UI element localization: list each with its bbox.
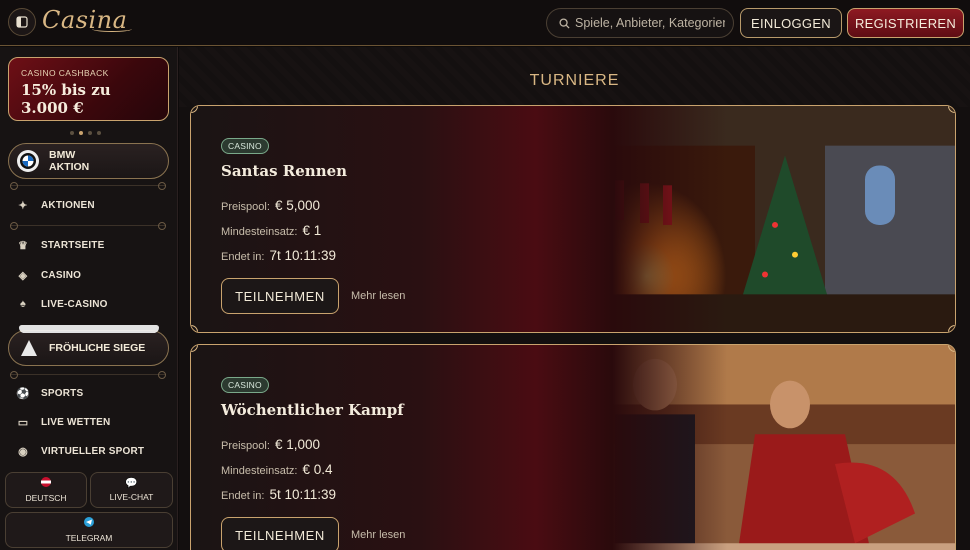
tournament-title: Wöchentlicher Kampf [221,401,404,419]
search-box[interactable] [546,8,734,38]
sidebar-item-aktionen[interactable]: ✦ AKTIONEN [16,195,95,215]
telegram-icon [84,517,94,530]
carousel-dot-active[interactable] [79,131,83,135]
live-chat-button[interactable]: 💬 LIVE-CHAT [90,472,173,508]
sidebar-item-label: CASINO [41,269,82,281]
bmw-label-line1: BMW [49,149,76,161]
slot-icon: ◈ [18,269,28,282]
category-badge: CASINO [221,138,269,154]
sidebar-toggle-button[interactable] [8,8,36,36]
top-bar: Casina EINLOGGEN REGISTRIEREN [0,0,970,46]
sidebar-item-live-wetten[interactable]: ▭ LIVE WETTEN [16,412,111,432]
snow-cap [19,325,159,333]
gift-icon: ✦ [18,199,28,212]
telegram-label: TELEGRAM [65,533,113,543]
min-bet-label: Mindesteinsatz: [221,226,298,238]
sidebar-item-label: STARTSEITE [41,239,105,251]
bmw-label-line2: AKTION [49,161,90,173]
sidebar-toggle-icon [16,16,28,28]
ends-in-value: 5t 10:11:39 [269,487,337,502]
tournament-card: CASINO Wöchentlicher Kampf Preispool: € … [190,344,956,550]
prize-pool-label: Preispool: [221,440,270,452]
main-content: TURNIERE CASINO Santas Rennen Preispool:… [179,47,970,550]
login-button[interactable]: EINLOGGEN [740,8,842,38]
cashback-promo-banner[interactable]: CASINO CASHBACK 15% bis zu 3.000 € [8,57,169,121]
crown-icon: ♛ [17,239,29,252]
ornament-divider [10,182,166,193]
sidebar: CASINO CASHBACK 15% bis zu 3.000 € BMW A… [0,47,178,550]
sidebar-item-label: LIVE-CASINO [41,298,108,310]
sidebar-item-label: VIRTUELLER SPORT [41,445,145,457]
prize-pool-row: Preispool: € 1,000 [221,437,405,452]
sidebar-item-label: SPORTS [41,387,84,399]
min-bet-row: Mindesteinsatz: € 0.4 [221,462,405,477]
read-more-link[interactable]: Mehr lesen [351,529,405,541]
tournament-card: CASINO Santas Rennen Preispool: € 5,000 … [190,105,956,333]
sidebar-item-virtueller-sport[interactable]: ◉ VIRTUELLER SPORT [16,441,144,461]
search-icon [559,17,570,29]
logo-swoosh [92,26,132,32]
bmw-logo-icon [17,150,39,172]
sidebar-item-label: LIVE WETTEN [41,416,111,428]
carousel-dots [70,131,101,135]
join-button[interactable]: TEILNEHMEN [221,278,339,314]
promo-headline: 15% bis zu 3.000 € [21,81,111,117]
ends-in-row: Endet in: 5t 10:11:39 [221,487,405,502]
bmw-aktion-button[interactable]: BMW AKTION [8,143,169,179]
sidebar-item-casino[interactable]: ◈ CASINO [16,265,81,285]
sidebar-item-live-casino[interactable]: ♠ LIVE-CASINO [16,294,108,314]
prize-pool-value: € 5,000 [274,198,321,213]
tournament-card-content: CASINO Wöchentlicher Kampf Preispool: € … [221,375,405,550]
ends-in-label: Endet in: [221,251,265,263]
language-button[interactable]: DEUTSCH [5,472,87,508]
live-icon: ▭ [17,416,29,429]
ends-in-value: 7t 10:11:39 [269,248,337,263]
join-button[interactable]: TEILNEHMEN [221,517,339,550]
ornament-divider [10,371,166,382]
sidebar-item-sports[interactable]: ⚽ SPORTS [16,383,83,403]
tournament-card-content: CASINO Santas Rennen Preispool: € 5,000 … [221,136,405,314]
telegram-button[interactable]: TELEGRAM [5,512,173,548]
froehliche-siege-button[interactable]: FRÖHLICHE SIEGE [8,325,169,366]
prize-pool-row: Preispool: € 5,000 [221,198,405,213]
chat-bubble-icon: 💬 [125,478,138,489]
read-more-link[interactable]: Mehr lesen [351,290,405,302]
froehliche-siege-label: FRÖHLICHE SIEGE [49,342,146,354]
min-bet-value: € 0.4 [302,462,333,477]
live-chat-label: LIVE-CHAT [109,492,154,502]
christmas-tree-icon [21,340,37,356]
card-corner-ornament [948,325,955,332]
virtual-icon: ◉ [18,445,28,458]
register-button[interactable]: REGISTRIEREN [847,8,964,38]
prize-pool-label: Preispool: [221,201,270,213]
ornament-divider [10,222,166,233]
prize-pool-value: € 1,000 [274,437,321,452]
sidebar-item-startseite[interactable]: ♛ STARTSEITE [16,235,104,255]
min-bet-row: Mindesteinsatz: € 1 [221,223,405,238]
carousel-dot[interactable] [88,131,92,135]
card-actions: TEILNEHMEN Mehr lesen [221,278,405,314]
ends-in-row: Endet in: 7t 10:11:39 [221,248,405,263]
carousel-dot[interactable] [70,131,74,135]
section-title: TURNIERE [529,72,620,89]
austria-flag-icon [41,477,51,490]
search-input[interactable] [575,16,725,30]
card-actions: TEILNEHMEN Mehr lesen [221,517,405,550]
ends-in-label: Endet in: [221,490,265,502]
sidebar-item-label: AKTIONEN [41,199,95,211]
soccer-ball-icon: ⚽ [16,387,30,400]
promo-kicker: CASINO CASHBACK [21,68,109,78]
tournament-title: Santas Rennen [221,162,348,180]
min-bet-value: € 1 [302,223,322,238]
language-label: DEUTSCH [25,493,67,503]
carousel-dot[interactable] [97,131,101,135]
min-bet-label: Mindesteinsatz: [221,465,298,477]
cards-icon: ♠ [19,298,27,310]
category-badge: CASINO [221,377,269,393]
